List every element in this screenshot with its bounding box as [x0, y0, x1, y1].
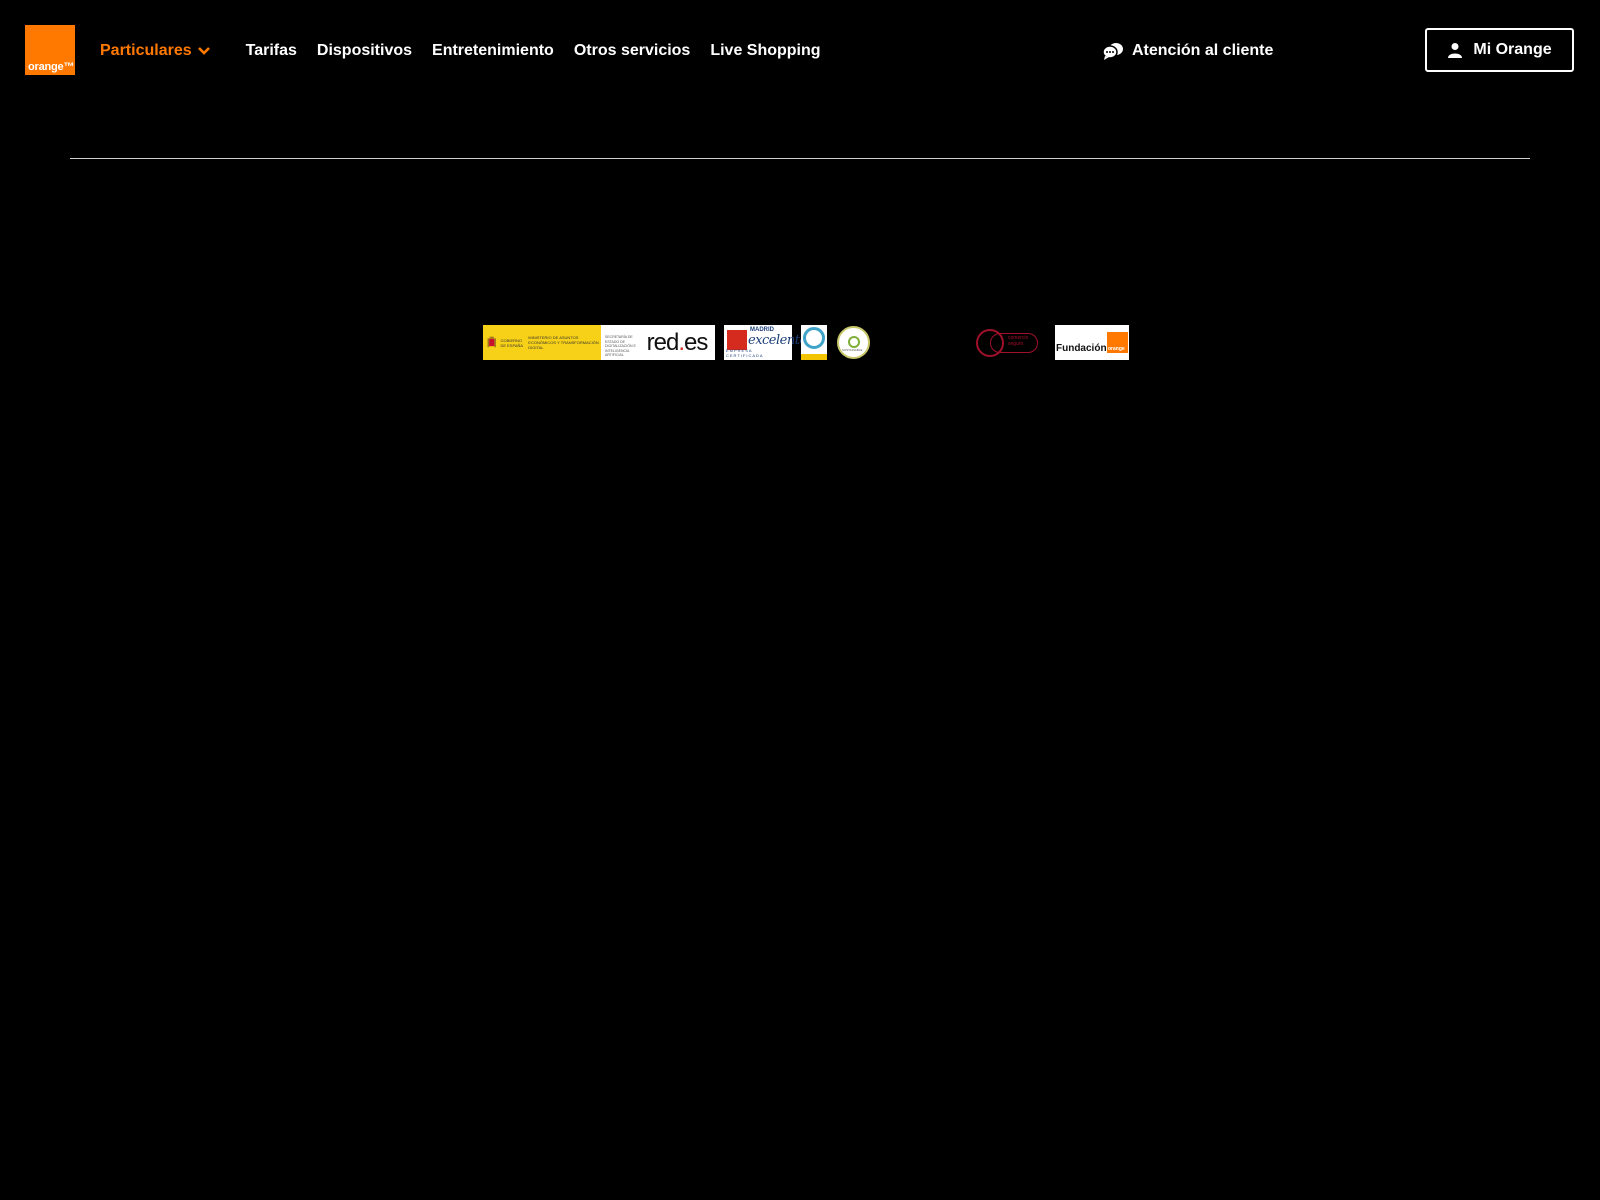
red-es-prefix: red — [646, 328, 680, 356]
excelente-label: excelente — [748, 333, 807, 348]
iqnet-stripe — [801, 354, 827, 360]
red-es-logo: red. es — [639, 325, 715, 360]
chat-bubbles-icon — [1102, 43, 1123, 60]
nav-item-label: Particulares — [100, 42, 192, 59]
sustainability-seal-badge[interactable]: SUSTAINABLE — [837, 326, 870, 359]
government-red-es-badge[interactable]: GOBIERNO DE ESPAÑA MINISTERIO DE ASUNTOS… — [483, 325, 715, 360]
site-header: orange™ Particulares Tarifas Dispositivo… — [0, 0, 1600, 100]
secure-circle-icon — [976, 329, 1004, 357]
nav-item-otros-servicios[interactable]: Otros servicios — [574, 42, 691, 60]
chevron-down-icon — [197, 47, 210, 55]
madrid-excelente-badge[interactable]: MADRID excelente EMPRESA CERTIFICADA — [724, 325, 807, 360]
logo-text: orange™ — [28, 61, 75, 73]
account-label: Mi Orange — [1473, 41, 1552, 58]
secretaria-label: SECRETARÍA DE ESTADO DE DIGITALIZACIÓN E… — [605, 335, 636, 357]
seal-leaf-icon — [848, 336, 860, 348]
ministerio-label: MINISTERIO DE ASUNTOS ECONÓMICOS Y TRANS… — [528, 335, 599, 350]
nav-item-particulares[interactable]: Particulares — [100, 42, 211, 60]
seal-label: SUSTAINABLE — [842, 348, 863, 352]
iqnet-ring-icon — [803, 327, 825, 349]
comercio-seguro-label: comercio seguro — [1008, 335, 1029, 347]
orange-square-logo: orange — [1107, 332, 1128, 353]
orange-square-text: orange — [1108, 346, 1125, 352]
empresa-certificada-label: EMPRESA CERTIFICADA — [726, 348, 764, 358]
comercio-seguro-badge[interactable]: comercio seguro — [976, 325, 1038, 360]
gobierno-espana-panel: GOBIERNO DE ESPAÑA MINISTERIO DE ASUNTOS… — [483, 325, 601, 360]
customer-support-link[interactable]: Atención al cliente — [1102, 40, 1273, 62]
fundacion-orange-badge[interactable]: Fundación orange — [1055, 325, 1129, 360]
nav-item-live-shopping[interactable]: Live Shopping — [710, 42, 820, 60]
main-nav: Particulares Tarifas Dispositivos Entret… — [100, 40, 841, 62]
nav-item-entretenimiento[interactable]: Entretenimiento — [432, 42, 554, 60]
nav-item-tarifas[interactable]: Tarifas — [246, 42, 297, 60]
fundacion-label: Fundación — [1056, 343, 1107, 354]
support-label: Atención al cliente — [1132, 42, 1274, 59]
red-es-suffix: es — [684, 328, 708, 356]
user-icon — [1448, 43, 1463, 58]
madrid-flag-icon — [727, 330, 747, 350]
mi-orange-button[interactable]: Mi Orange — [1425, 28, 1574, 72]
footer-badges: GOBIERNO DE ESPAÑA MINISTERIO DE ASUNTOS… — [483, 325, 1133, 360]
iqnet-certification-badge[interactable] — [801, 325, 827, 360]
nav-item-dispositivos[interactable]: Dispositivos — [317, 42, 412, 60]
orange-logo[interactable]: orange™ — [25, 25, 75, 75]
footer-divider — [70, 158, 1530, 159]
coat-of-arms-icon — [487, 336, 496, 347]
gobierno-label: GOBIERNO DE ESPAÑA — [500, 337, 524, 348]
